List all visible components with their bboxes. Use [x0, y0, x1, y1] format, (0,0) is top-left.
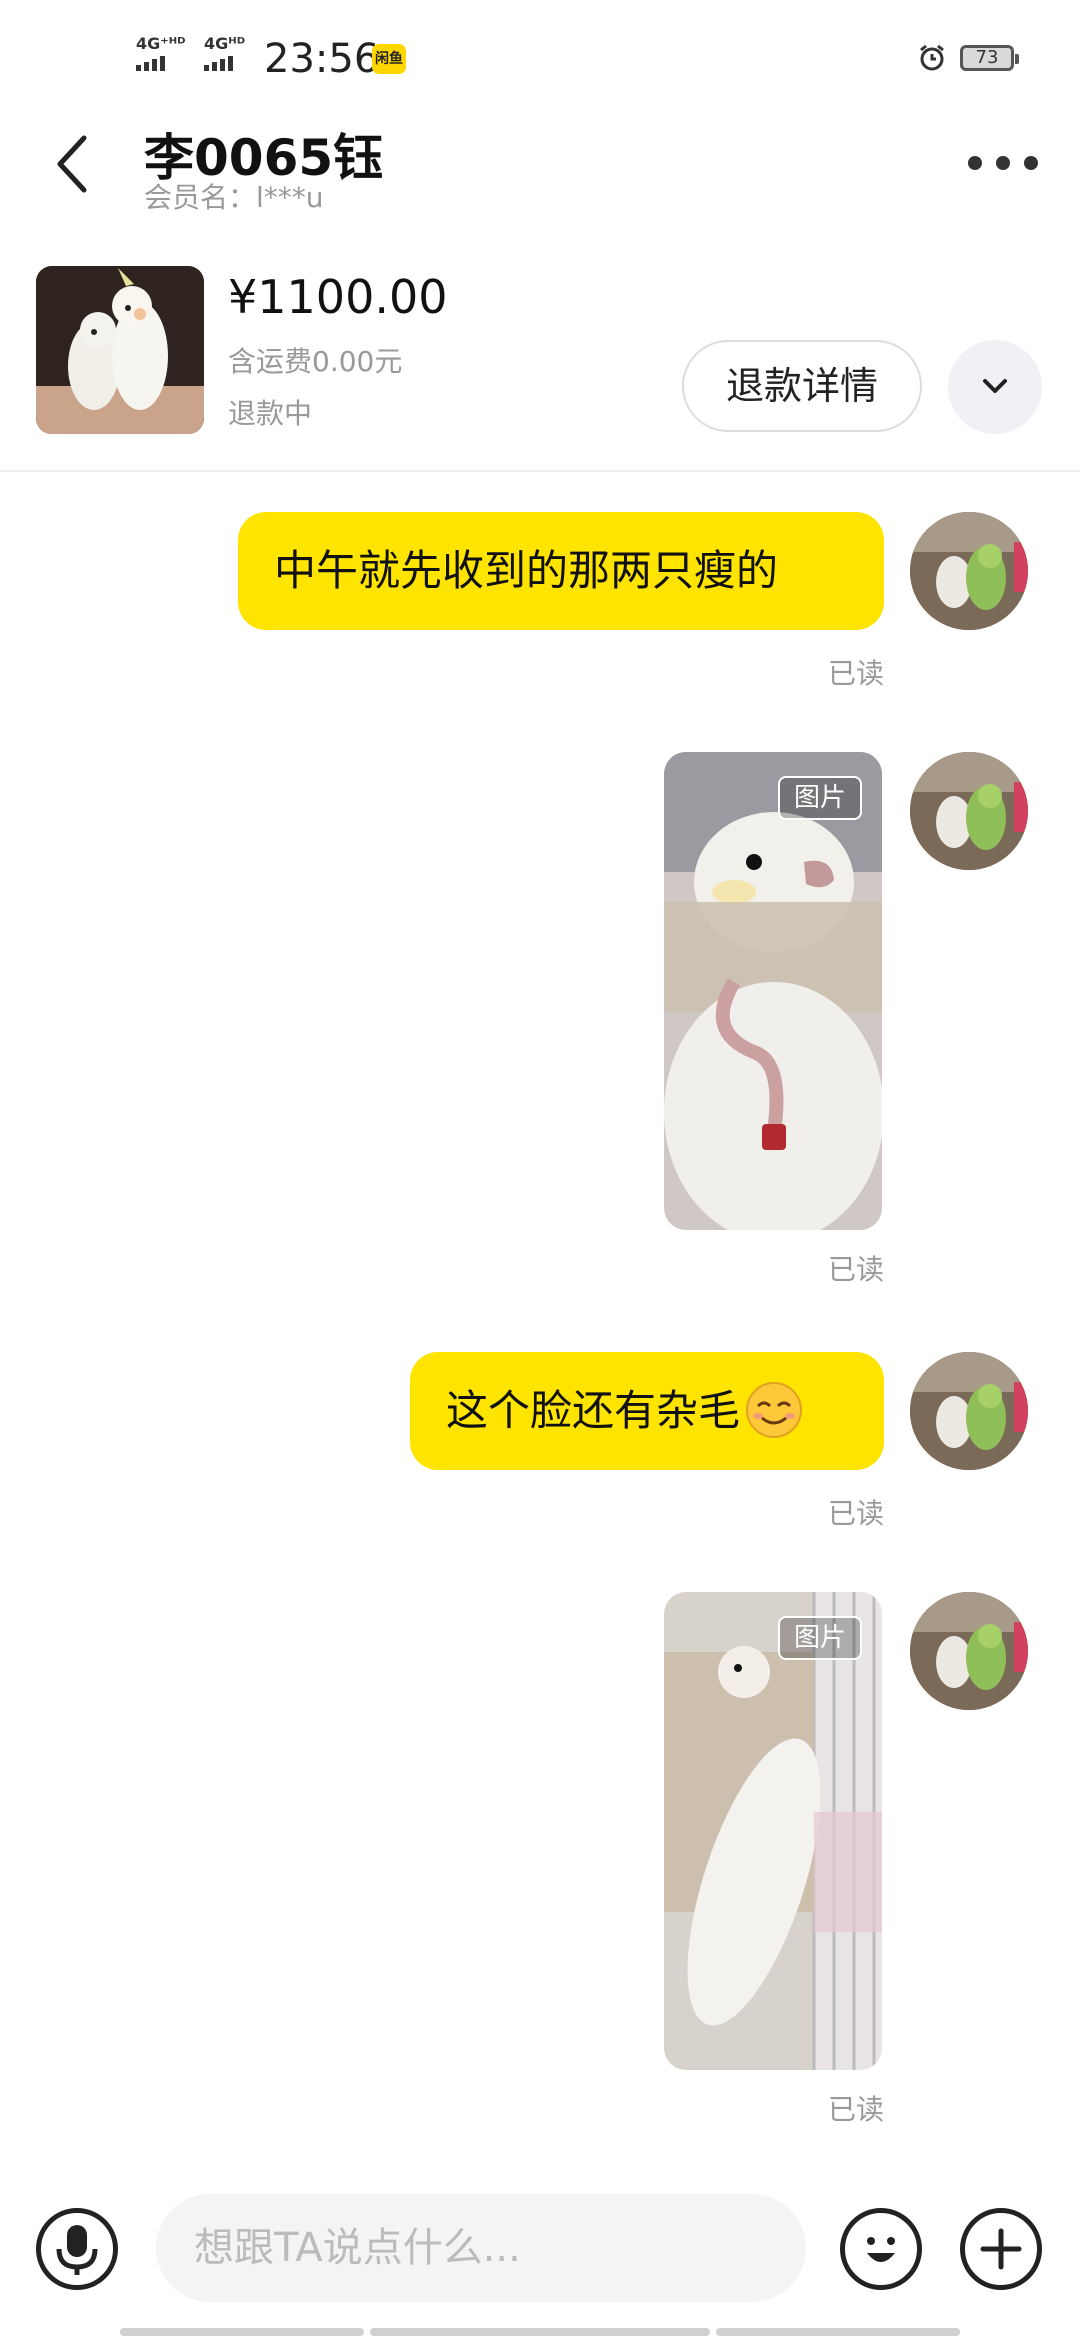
network-label-sim2: 4Gᴴᴰ	[204, 34, 246, 53]
avatar[interactable]	[910, 1352, 1028, 1470]
message-input[interactable]: 想跟TA说点什么...	[156, 2194, 806, 2302]
voice-button[interactable]	[36, 2208, 118, 2290]
avatar[interactable]	[910, 1592, 1028, 1710]
signal-bars-icon	[204, 56, 245, 71]
product-thumbnail[interactable]	[36, 266, 204, 434]
avatar[interactable]	[910, 752, 1028, 870]
microphone-icon	[56, 2225, 98, 2275]
signal-sim1: 4G⁺ᴴᴰ	[136, 36, 186, 71]
signal-sim2: 4Gᴴᴰ	[204, 36, 245, 71]
expand-button[interactable]	[948, 340, 1042, 434]
battery-icon: 73	[960, 45, 1019, 71]
avatar[interactable]	[910, 512, 1028, 630]
smiling-face-icon	[746, 1381, 803, 1438]
message-bubble[interactable]: 这个脸还有杂毛	[410, 1352, 884, 1470]
status-bar: 4G⁺ᴴᴰ 4Gᴴᴰ 23:56 闲鱼 73	[0, 0, 1080, 120]
read-status: 已读	[827, 2093, 884, 2126]
alarm-icon	[920, 44, 944, 71]
message-image[interactable]: 图片	[664, 752, 882, 1230]
network-label-sim1: 4G⁺ᴴᴰ	[136, 34, 186, 53]
add-button[interactable]	[960, 2208, 1042, 2290]
emoji-icon	[867, 2237, 895, 2262]
product-card[interactable]: ¥1100.00 含运费0.00元 退款中 退款详情	[0, 256, 1080, 472]
refund-status: 退款中	[228, 397, 313, 430]
emoji-button[interactable]	[840, 2208, 922, 2290]
message-text: 这个脸还有杂毛	[446, 1386, 741, 1435]
app-notification-icon: 闲鱼	[372, 44, 406, 74]
read-status: 已读	[827, 657, 884, 690]
member-name: 会员名：l***u	[144, 181, 324, 214]
message-image[interactable]: 图片	[664, 1592, 882, 2070]
nav-gesture-bar	[370, 2328, 710, 2336]
shipping-fee: 含运费0.00元	[228, 345, 403, 378]
signal-bars-icon	[136, 56, 186, 71]
image-tag: 图片	[778, 1616, 862, 1660]
chevron-down-icon	[983, 379, 1007, 393]
image-tag: 图片	[778, 776, 862, 820]
product-price: ¥1100.00	[228, 270, 448, 324]
clock: 23:56	[264, 36, 380, 82]
battery-level: 73	[975, 47, 999, 68]
read-status: 已读	[827, 1253, 884, 1286]
refund-details-button[interactable]: 退款详情	[682, 340, 922, 432]
more-icon[interactable]	[968, 148, 1038, 178]
nav-gesture-bar	[716, 2328, 960, 2336]
input-bar: 想跟TA说点什么...	[0, 2190, 1080, 2320]
back-arrow-icon[interactable]	[48, 134, 98, 194]
read-status: 已读	[827, 1497, 884, 1530]
message-bubble[interactable]: 中午就先收到的那两只瘦的	[238, 512, 884, 630]
plus-icon	[980, 2228, 1022, 2270]
nav-gesture-bar	[120, 2328, 364, 2336]
